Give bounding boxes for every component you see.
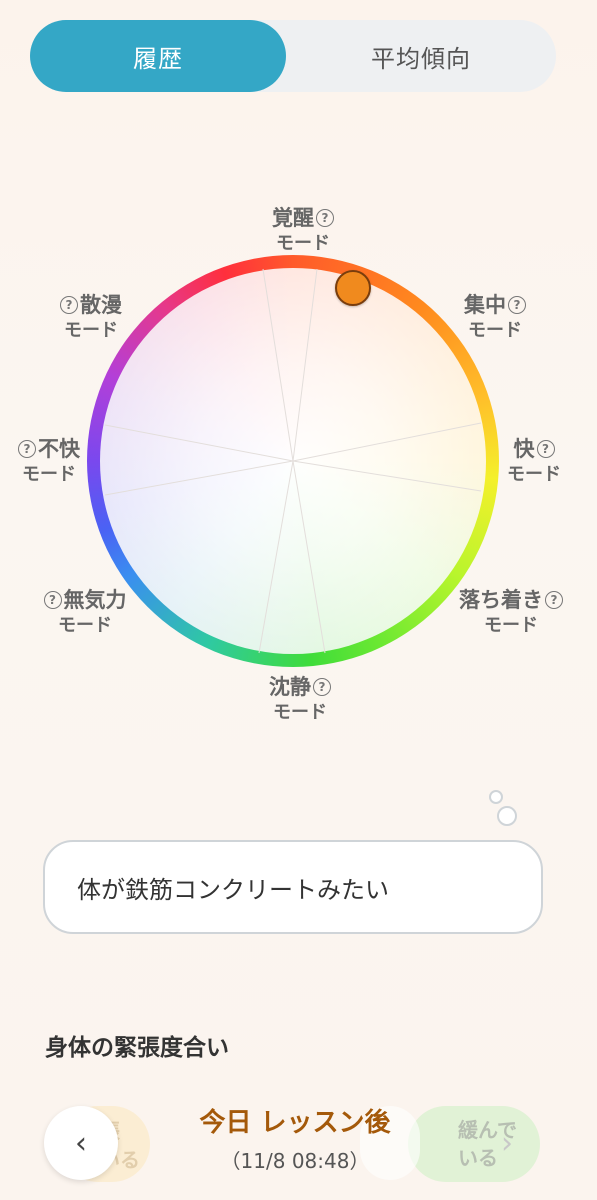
tab-average-trend[interactable]: 平均傾向 (286, 20, 556, 92)
mode-pleasant-label: 快 (513, 437, 535, 461)
session-label: 今日 レッスン後 (199, 1108, 391, 1138)
thought-dot-small (489, 790, 503, 804)
help-icon[interactable]: ? (545, 591, 563, 609)
mode-unpleasant-sub: モード (22, 464, 76, 485)
chevron-left-icon: ‹ (75, 1125, 87, 1161)
mode-quiet[interactable]: 沈静? モード (255, 674, 345, 726)
next-session-button[interactable]: › (470, 1106, 544, 1180)
segmented-control: 履歴 平均傾向 (30, 20, 556, 92)
mode-unpleasant[interactable]: ? 不快 モード (8, 436, 90, 488)
help-icon[interactable]: ? (43, 591, 62, 609)
mode-calm-sub: モード (484, 615, 538, 636)
chevron-right-icon: › (501, 1125, 513, 1161)
mode-quiet-sub: モード (273, 702, 327, 723)
screen: 履歴 平均傾向 覚醒? モード 集中? モード 快? モード 落ち着き ? モー… (0, 0, 597, 1200)
help-icon[interactable]: ? (18, 440, 36, 458)
session-info: 今日 レッスン後 （11/8 08:48） (150, 1102, 440, 1174)
session-date: （11/8 08:48） (220, 1149, 370, 1173)
mode-focus[interactable]: 集中? モード (450, 292, 540, 344)
mode-focus-label: 集中 (464, 293, 506, 317)
mode-lethargy[interactable]: ? 無気力 モード (30, 587, 140, 639)
mode-calm-label: 落ち着き (459, 588, 543, 612)
help-icon[interactable]: ? (60, 296, 78, 314)
mode-lethargy-sub: モード (58, 615, 112, 636)
comment-text: 体が鉄筋コンクリートみたい (77, 875, 389, 904)
mood-marker[interactable] (335, 270, 371, 306)
wheel-dividers (104, 268, 482, 654)
prev-session-button[interactable]: ‹ (44, 1106, 118, 1180)
mode-quiet-label: 沈静 (269, 675, 311, 699)
mode-awake[interactable]: 覚醒? モード (258, 205, 348, 257)
mode-awake-label: 覚醒 (272, 206, 314, 230)
section-title: 身体の緊張度合い (45, 1035, 229, 1061)
mode-distracted-sub: モード (64, 320, 118, 341)
thought-dot-medium (497, 806, 517, 826)
mode-pleasant-sub: モード (507, 464, 561, 485)
comment-bubble: 体が鉄筋コンクリートみたい (43, 840, 543, 934)
mode-focus-sub: モード (468, 320, 522, 341)
mode-calm[interactable]: 落ち着き? モード (448, 587, 574, 639)
emotion-wheel[interactable] (87, 255, 499, 667)
help-icon[interactable]: ? (316, 209, 334, 227)
mode-pleasant[interactable]: 快? モード (498, 436, 570, 488)
help-icon[interactable]: ? (536, 440, 555, 458)
tab-history[interactable]: 履歴 (30, 20, 286, 92)
mode-distracted-label: 散漫 (80, 293, 122, 317)
mode-lethargy-label: 無気力 (63, 588, 127, 612)
mode-unpleasant-label: 不快 (38, 437, 80, 461)
mode-distracted[interactable]: ? 散漫 モード (46, 292, 136, 344)
help-icon[interactable]: ? (508, 296, 526, 314)
mode-awake-sub: モード (276, 233, 330, 254)
help-icon[interactable]: ? (313, 678, 331, 696)
